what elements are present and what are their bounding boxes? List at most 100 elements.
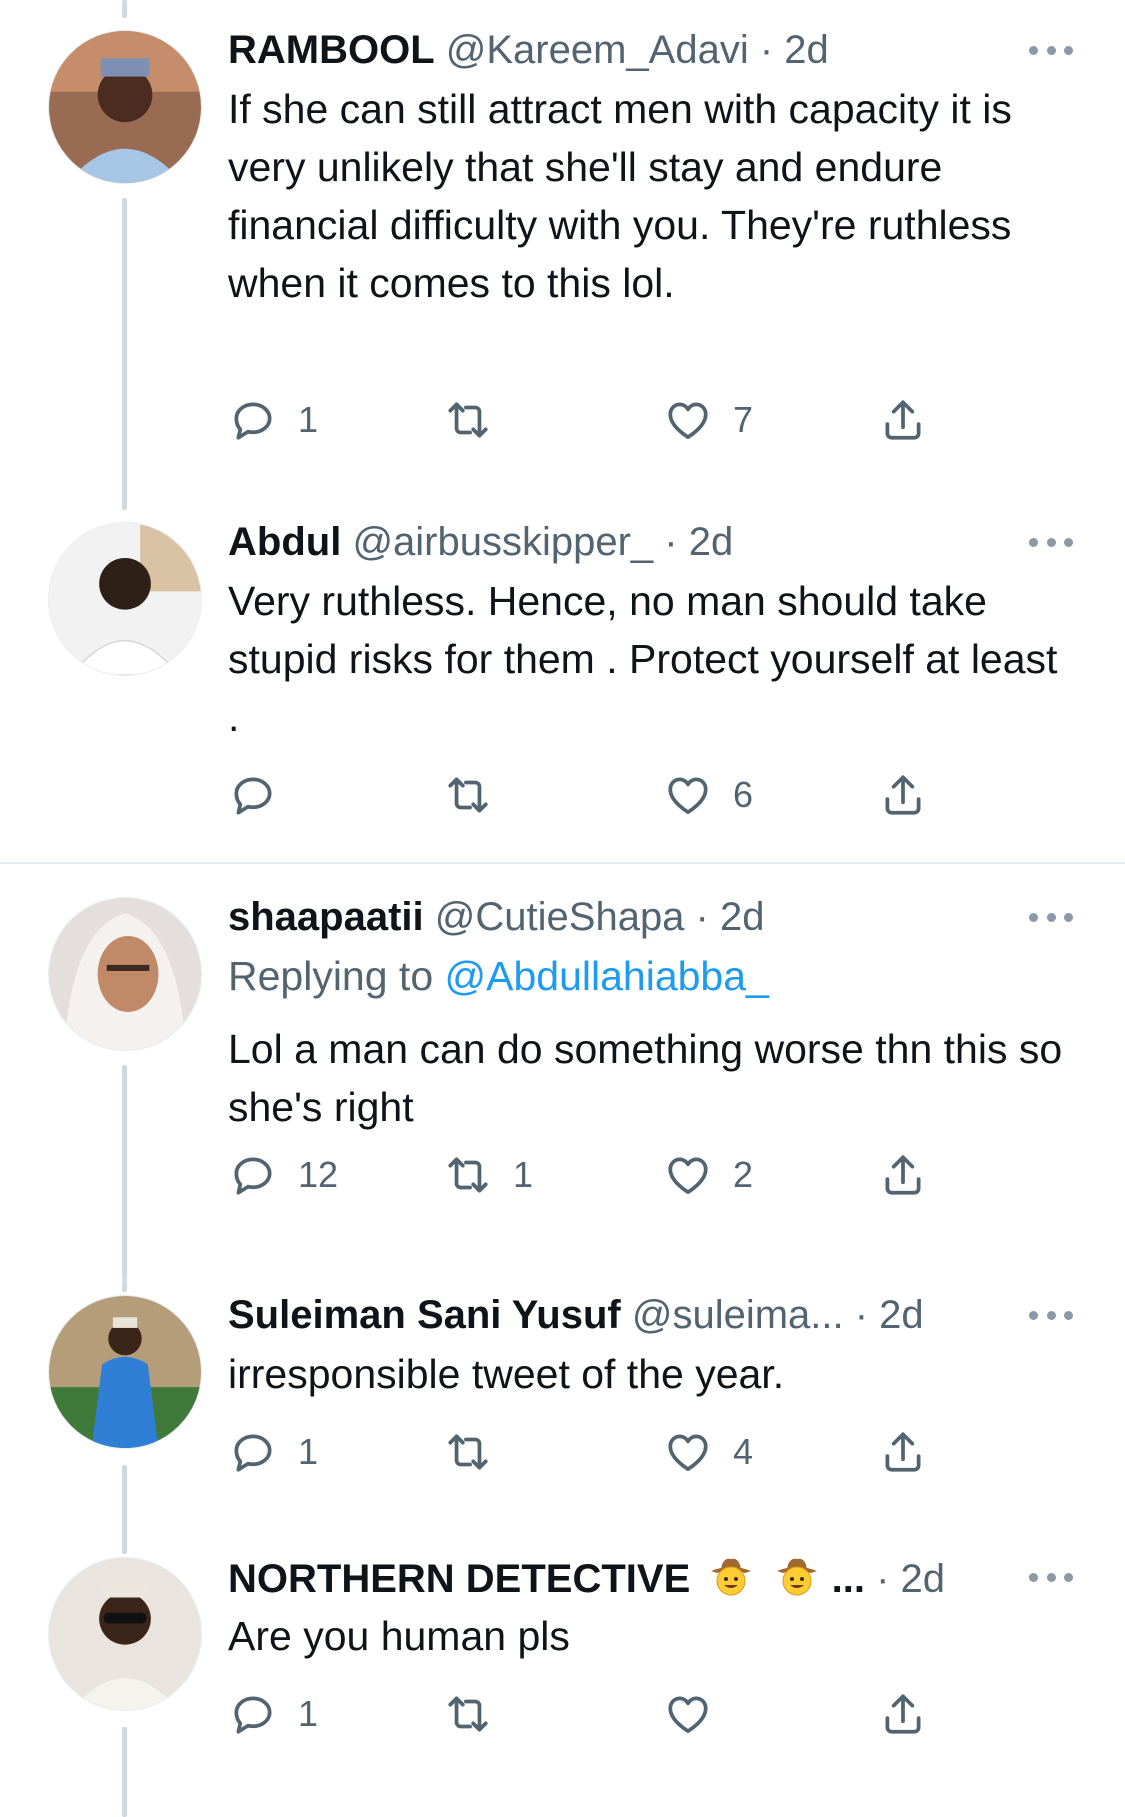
thread-line bbox=[122, 1065, 127, 1280]
share-icon bbox=[885, 1155, 921, 1195]
display-name[interactable]: Abdul bbox=[228, 520, 341, 564]
retweet-icon bbox=[448, 1696, 488, 1732]
retweet-icon bbox=[448, 402, 488, 438]
reply-count: 1 bbox=[298, 1693, 319, 1734]
replying-to-label: Replying to bbox=[228, 953, 445, 999]
reply-icon bbox=[234, 1434, 272, 1472]
thread-line bbox=[122, 1727, 127, 1817]
tweet-actions: 1 4 bbox=[228, 1422, 948, 1482]
thread-line bbox=[122, 1465, 127, 1545]
retweet-count: 1 bbox=[513, 1154, 534, 1195]
tweet-actions: 6 bbox=[228, 765, 948, 825]
like-button[interactable]: 7 bbox=[663, 390, 753, 450]
avatar[interactable] bbox=[48, 897, 202, 1051]
thread-line-top bbox=[122, 0, 127, 18]
reply-button[interactable]: 1 bbox=[228, 1684, 318, 1744]
more-options-icon[interactable] bbox=[1029, 891, 1073, 943]
timestamp[interactable]: 2d bbox=[720, 895, 765, 939]
retweet-button[interactable] bbox=[443, 1422, 513, 1482]
separator-dot: · bbox=[864, 1557, 901, 1602]
tweet-header: RAMBOOL @Kareem_Adavi · 2d bbox=[228, 24, 1015, 76]
more-options-icon[interactable] bbox=[1029, 1551, 1073, 1603]
share-button[interactable] bbox=[878, 1422, 928, 1482]
share-icon bbox=[885, 400, 921, 440]
heart-icon bbox=[668, 1434, 708, 1471]
share-button[interactable] bbox=[878, 1145, 928, 1205]
timestamp[interactable]: 2d bbox=[689, 520, 734, 564]
reply-button[interactable]: 12 bbox=[228, 1145, 338, 1205]
user-handle[interactable]: @airbusskipper_ bbox=[352, 520, 653, 564]
share-button[interactable] bbox=[878, 765, 928, 825]
tweet-suleiman[interactable]: Suleiman Sani Yusuf @suleima... · 2d irr… bbox=[0, 1280, 1125, 1545]
replying-to: Replying to @Abdullahiabba_ bbox=[228, 947, 769, 1005]
tweet-northern-detective[interactable]: NORTHERN DETECTIVE ... · 2d Are you huma… bbox=[0, 1542, 1125, 1817]
separator-dot: · bbox=[748, 28, 785, 72]
retweet-icon bbox=[448, 1157, 488, 1193]
tweet-shaapaatii[interactable]: shaapaatii @CutieShapa · 2d Replying to … bbox=[0, 875, 1125, 1280]
thread-divider bbox=[0, 862, 1125, 864]
tweet-text: Are you human pls bbox=[228, 1613, 570, 1659]
like-count: 6 bbox=[733, 774, 754, 815]
like-button[interactable]: 4 bbox=[663, 1422, 753, 1482]
retweet-button[interactable]: 1 bbox=[443, 1145, 533, 1205]
tweet-header: Suleiman Sani Yusuf @suleima... · 2d bbox=[228, 1289, 1015, 1341]
display-name[interactable]: shaapaatii bbox=[228, 895, 424, 939]
reply-icon bbox=[234, 777, 272, 815]
separator-dot: · bbox=[684, 895, 720, 939]
tweet-abdul[interactable]: Abdul @airbusskipper_ · 2d Very ruthless… bbox=[0, 510, 1125, 860]
timestamp[interactable]: 2d bbox=[784, 28, 829, 72]
reply-count: 1 bbox=[298, 1431, 319, 1472]
separator-dot: · bbox=[653, 520, 689, 564]
reply-icon bbox=[234, 1157, 272, 1195]
avatar[interactable] bbox=[48, 1295, 202, 1449]
like-button[interactable] bbox=[663, 1684, 733, 1744]
like-button[interactable]: 2 bbox=[663, 1145, 753, 1205]
tweet-header: Abdul @airbusskipper_ · 2d bbox=[228, 516, 1015, 568]
replying-to-link[interactable]: @Abdullahiabba_ bbox=[445, 953, 769, 999]
tweet-actions: 1 bbox=[228, 1684, 948, 1744]
share-icon bbox=[885, 1694, 921, 1734]
retweet-button[interactable] bbox=[443, 390, 513, 450]
tweet-actions: 1 7 bbox=[228, 390, 948, 450]
share-icon bbox=[885, 775, 921, 815]
share-button[interactable] bbox=[878, 390, 928, 450]
more-options-icon[interactable] bbox=[1029, 24, 1073, 76]
like-count: 7 bbox=[733, 399, 754, 440]
retweet-icon bbox=[448, 777, 488, 813]
avatar[interactable] bbox=[48, 1557, 202, 1711]
cowboy-face-emoji bbox=[773, 1551, 821, 1603]
heart-icon bbox=[668, 777, 708, 814]
tweet-rambool[interactable]: RAMBOOL @Kareem_Adavi · 2d If she can st… bbox=[0, 0, 1125, 510]
avatar[interactable] bbox=[48, 522, 202, 676]
retweet-button[interactable] bbox=[443, 1684, 513, 1744]
more-options-icon[interactable] bbox=[1029, 516, 1073, 568]
tweet-text: Very ruthless. Hence, no man should take… bbox=[228, 578, 1058, 740]
retweet-button[interactable] bbox=[443, 765, 513, 825]
reply-button[interactable]: 1 bbox=[228, 390, 318, 450]
display-name[interactable]: NORTHERN DETECTIVE bbox=[228, 1557, 690, 1601]
user-handle[interactable]: @CutieShapa bbox=[435, 895, 685, 939]
like-count: 2 bbox=[733, 1154, 754, 1195]
share-icon bbox=[885, 1432, 921, 1472]
user-handle[interactable]: @suleima... bbox=[632, 1293, 844, 1337]
user-handle[interactable]: @Kareem_Adavi bbox=[446, 28, 749, 72]
reply-button[interactable] bbox=[228, 765, 298, 825]
retweet-icon bbox=[448, 1434, 488, 1470]
more-options-icon[interactable] bbox=[1029, 1289, 1073, 1341]
like-button[interactable]: 6 bbox=[663, 765, 753, 825]
display-name[interactable]: RAMBOOL bbox=[228, 28, 435, 72]
reply-button[interactable]: 1 bbox=[228, 1422, 318, 1482]
tweet-text: Lol a man can do something worse thn thi… bbox=[228, 1026, 1063, 1130]
heart-icon bbox=[668, 1696, 708, 1733]
display-name[interactable]: Suleiman Sani Yusuf bbox=[228, 1293, 621, 1337]
separator-dot: · bbox=[843, 1293, 880, 1337]
avatar[interactable] bbox=[48, 30, 202, 184]
tweet-text: irresponsible tweet of the year. bbox=[228, 1351, 785, 1397]
share-button[interactable] bbox=[878, 1684, 928, 1744]
timestamp[interactable]: 2d bbox=[901, 1557, 946, 1601]
timestamp[interactable]: 2d bbox=[879, 1293, 924, 1337]
thread-line-top bbox=[122, 1542, 127, 1554]
tweet-actions: 12 1 2 bbox=[228, 1145, 948, 1205]
like-count: 4 bbox=[733, 1431, 754, 1472]
thread-line-top bbox=[122, 1280, 127, 1292]
